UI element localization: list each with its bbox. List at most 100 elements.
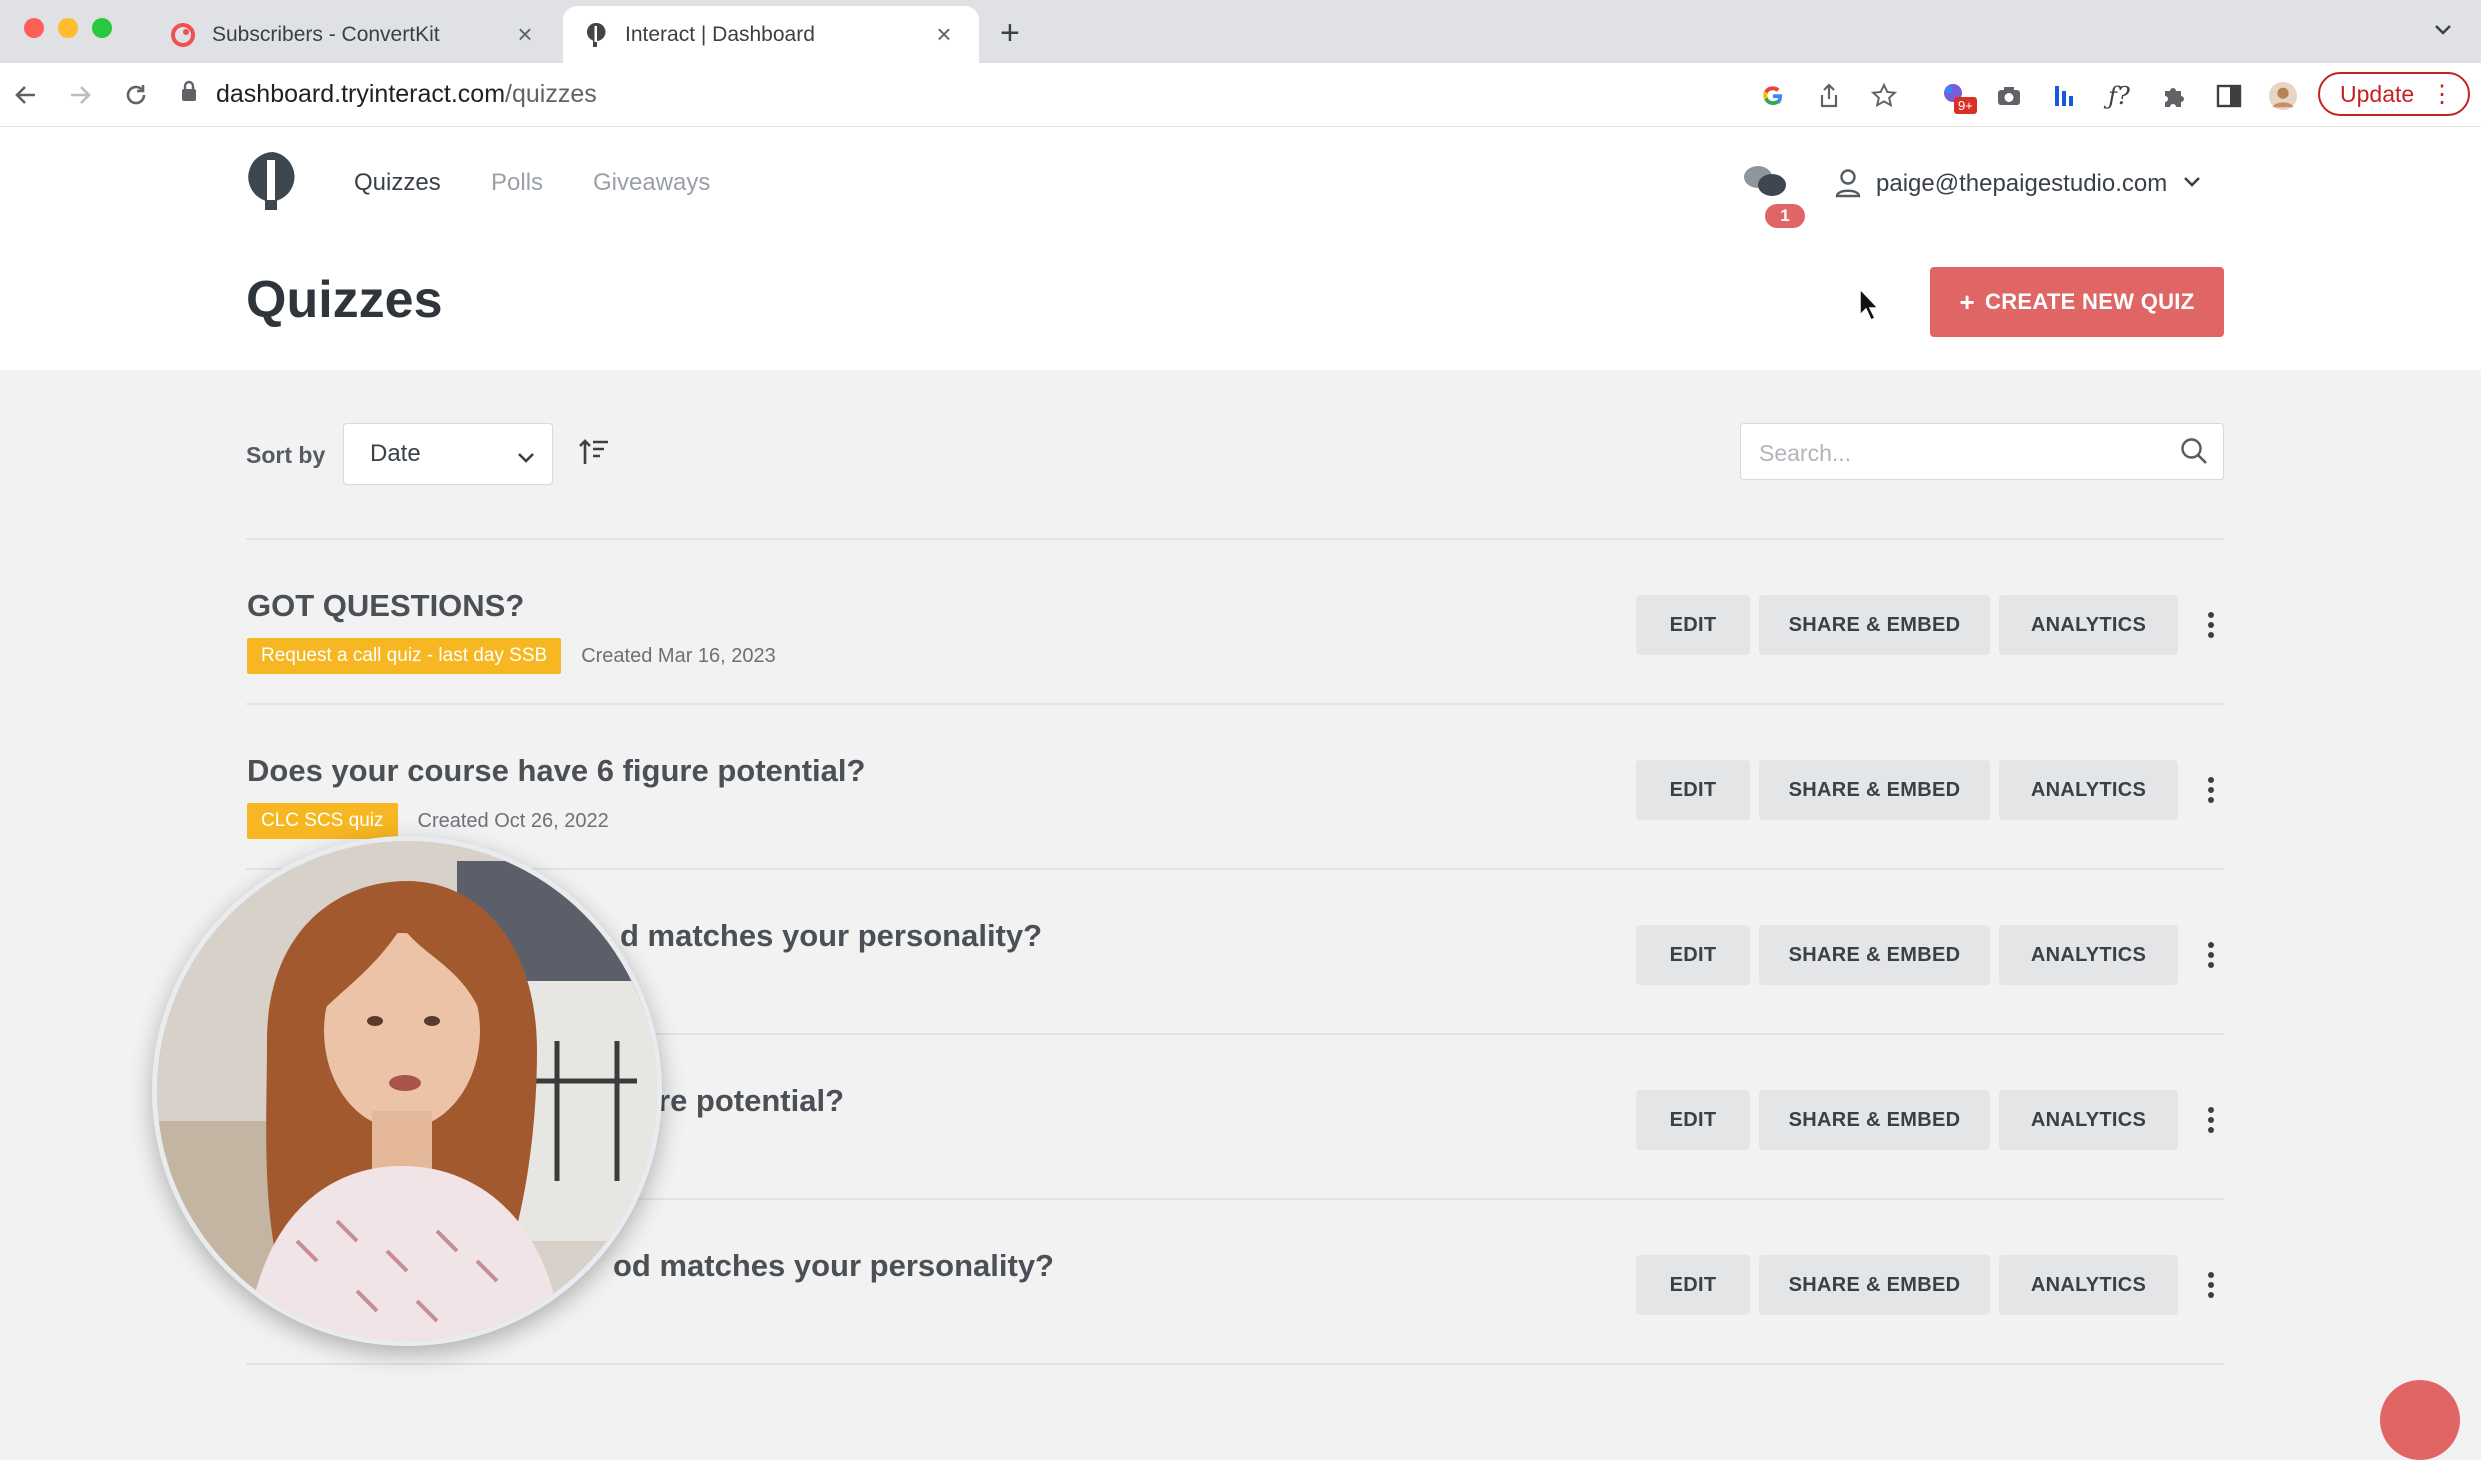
chat-bubbles-icon[interactable] <box>1742 163 1790 208</box>
more-options-icon[interactable] <box>2196 925 2226 985</box>
share-icon[interactable] <box>1814 81 1844 111</box>
share-embed-button[interactable]: SHARE & EMBED <box>1759 595 1990 655</box>
create-new-quiz-label: CREATE NEW QUIZ <box>1985 289 2195 314</box>
analytics-button[interactable]: ANALYTICS <box>1999 760 2178 820</box>
quiz-row: Does your course have 6 figure potential… <box>246 705 2224 870</box>
function-extension-icon[interactable]: ƒ? <box>2104 81 2134 111</box>
mouse-cursor-icon <box>1858 287 1880 326</box>
more-options-icon[interactable] <box>2196 595 2226 655</box>
share-embed-button[interactable]: SHARE & EMBED <box>1759 925 1990 985</box>
extension-badge: 9+ <box>1954 97 1977 114</box>
sort-order-icon[interactable] <box>578 438 610 471</box>
reload-icon[interactable] <box>120 79 152 111</box>
chevron-down-icon <box>516 444 536 472</box>
search-input[interactable] <box>1757 436 2161 470</box>
window-minimize-button[interactable] <box>58 18 78 38</box>
quiz-actions: EDIT SHARE & EMBED ANALYTICS <box>1636 925 2226 985</box>
bars-extension-icon[interactable] <box>2049 81 2079 111</box>
notification-badge: 1 <box>1765 204 1805 228</box>
quiz-created-date: Created Mar 16, 2023 <box>581 644 776 667</box>
quiz-title[interactable]: re potential? <box>658 1083 844 1119</box>
convertkit-favicon-icon <box>170 22 196 48</box>
page-title: Quizzes <box>246 271 443 329</box>
analytics-button[interactable]: ANALYTICS <box>1999 1255 2178 1315</box>
interact-logo-icon[interactable] <box>245 150 301 217</box>
browser-menu-icon[interactable]: ⋮ <box>2430 80 2454 109</box>
help-chat-button[interactable] <box>2380 1380 2460 1460</box>
analytics-button[interactable]: ANALYTICS <box>1999 595 2178 655</box>
nav-polls[interactable]: Polls <box>491 169 543 197</box>
browser-address-bar: dashboard.tryinteract.com/quizzes 9+ ƒ? … <box>0 63 2481 127</box>
sort-select-value: Date <box>370 440 421 467</box>
nav-quizzes[interactable]: Quizzes <box>354 169 441 197</box>
quiz-title[interactable]: Does your course have 6 figure potential… <box>247 753 865 789</box>
browser-tab-convertkit[interactable]: Subscribers - ConvertKit × <box>150 6 560 63</box>
window-maximize-button[interactable] <box>92 18 112 38</box>
app-header: Quizzes Polls Giveaways 1 paige@thepaige… <box>0 127 2481 370</box>
create-new-quiz-button[interactable]: + CREATE NEW QUIZ <box>1930 267 2224 337</box>
edit-button[interactable]: EDIT <box>1636 760 1750 820</box>
more-options-icon[interactable] <box>2196 760 2226 820</box>
quiz-created-date: Created Oct 26, 2022 <box>417 809 609 832</box>
lock-icon <box>180 80 198 109</box>
share-embed-button[interactable]: SHARE & EMBED <box>1759 760 1990 820</box>
analytics-button[interactable]: ANALYTICS <box>1999 925 2178 985</box>
tab-close-icon[interactable]: × <box>929 19 959 50</box>
quiz-title[interactable]: od matches your personality? <box>613 1248 1054 1284</box>
quiz-actions: EDIT SHARE & EMBED ANALYTICS <box>1636 595 2226 655</box>
quiz-meta: Request a call quiz - last day SSB Creat… <box>247 638 776 674</box>
share-embed-button[interactable]: SHARE & EMBED <box>1759 1255 1990 1315</box>
edit-button[interactable]: EDIT <box>1636 1090 1750 1150</box>
forward-arrow-icon[interactable] <box>64 79 96 111</box>
google-icon[interactable] <box>1758 81 1788 111</box>
tab-search-chevron-icon[interactable] <box>2432 18 2454 45</box>
url-field[interactable]: dashboard.tryinteract.com/quizzes <box>180 71 1730 117</box>
camera-icon[interactable] <box>1994 81 2024 111</box>
tab-close-icon[interactable]: × <box>510 19 540 50</box>
quiz-actions: EDIT SHARE & EMBED ANALYTICS <box>1636 1255 2226 1315</box>
search-box <box>1740 423 2224 480</box>
edit-button[interactable]: EDIT <box>1636 595 1750 655</box>
sort-by-label: Sort by <box>246 442 326 468</box>
quiz-title[interactable]: d matches your personality? <box>620 918 1042 954</box>
nav-giveaways[interactable]: Giveaways <box>593 169 710 197</box>
user-email-menu[interactable]: paige@thepaigestudio.com <box>1876 170 2167 198</box>
analytics-button[interactable]: ANALYTICS <box>1999 1090 2178 1150</box>
extension-colorful-icon[interactable]: 9+ <box>1940 81 1977 114</box>
quiz-tag: CLC SCS quiz <box>247 803 398 839</box>
tab-title: Interact | Dashboard <box>625 22 815 46</box>
update-button[interactable]: Update ⋮ <box>2318 72 2470 116</box>
quiz-actions: EDIT SHARE & EMBED ANALYTICS <box>1636 760 2226 820</box>
profile-avatar[interactable] <box>2268 81 2298 111</box>
bookmark-star-icon[interactable] <box>1869 81 1899 111</box>
url-host: dashboard.tryinteract.com <box>216 79 506 108</box>
window-close-button[interactable] <box>24 18 44 38</box>
share-embed-button[interactable]: SHARE & EMBED <box>1759 1090 1990 1150</box>
browser-tab-bar: Subscribers - ConvertKit × Interact | Da… <box>0 0 2481 63</box>
search-icon[interactable] <box>2179 436 2209 471</box>
user-icon <box>1834 168 1862 203</box>
webcam-video-overlay <box>152 836 662 1346</box>
quiz-row: GOT QUESTIONS? Request a call quiz - las… <box>246 540 2224 705</box>
browser-tab-interact[interactable]: Interact | Dashboard × <box>563 6 979 63</box>
tab-title: Subscribers - ConvertKit <box>212 22 440 46</box>
back-arrow-icon[interactable] <box>10 79 42 111</box>
more-options-icon[interactable] <box>2196 1090 2226 1150</box>
interact-favicon-icon <box>583 22 609 48</box>
more-options-icon[interactable] <box>2196 1255 2226 1315</box>
chevron-down-icon[interactable] <box>2182 175 2202 194</box>
plus-icon: + <box>1959 286 1976 317</box>
side-panel-icon[interactable] <box>2214 81 2244 111</box>
presenter-video-frame <box>157 841 657 1341</box>
puzzle-extensions-icon[interactable] <box>2159 81 2189 111</box>
edit-button[interactable]: EDIT <box>1636 925 1750 985</box>
quiz-meta: CLC SCS quiz Created Oct 26, 2022 <box>247 803 609 839</box>
quiz-actions: EDIT SHARE & EMBED ANALYTICS <box>1636 1090 2226 1150</box>
update-label: Update <box>2340 80 2415 107</box>
url-path: /quizzes <box>505 79 597 108</box>
sort-select[interactable]: Date <box>343 423 553 485</box>
edit-button[interactable]: EDIT <box>1636 1255 1750 1315</box>
quiz-title[interactable]: GOT QUESTIONS? <box>247 588 524 624</box>
new-tab-plus-icon[interactable]: + <box>1000 14 1020 53</box>
quiz-tag: Request a call quiz - last day SSB <box>247 638 562 674</box>
